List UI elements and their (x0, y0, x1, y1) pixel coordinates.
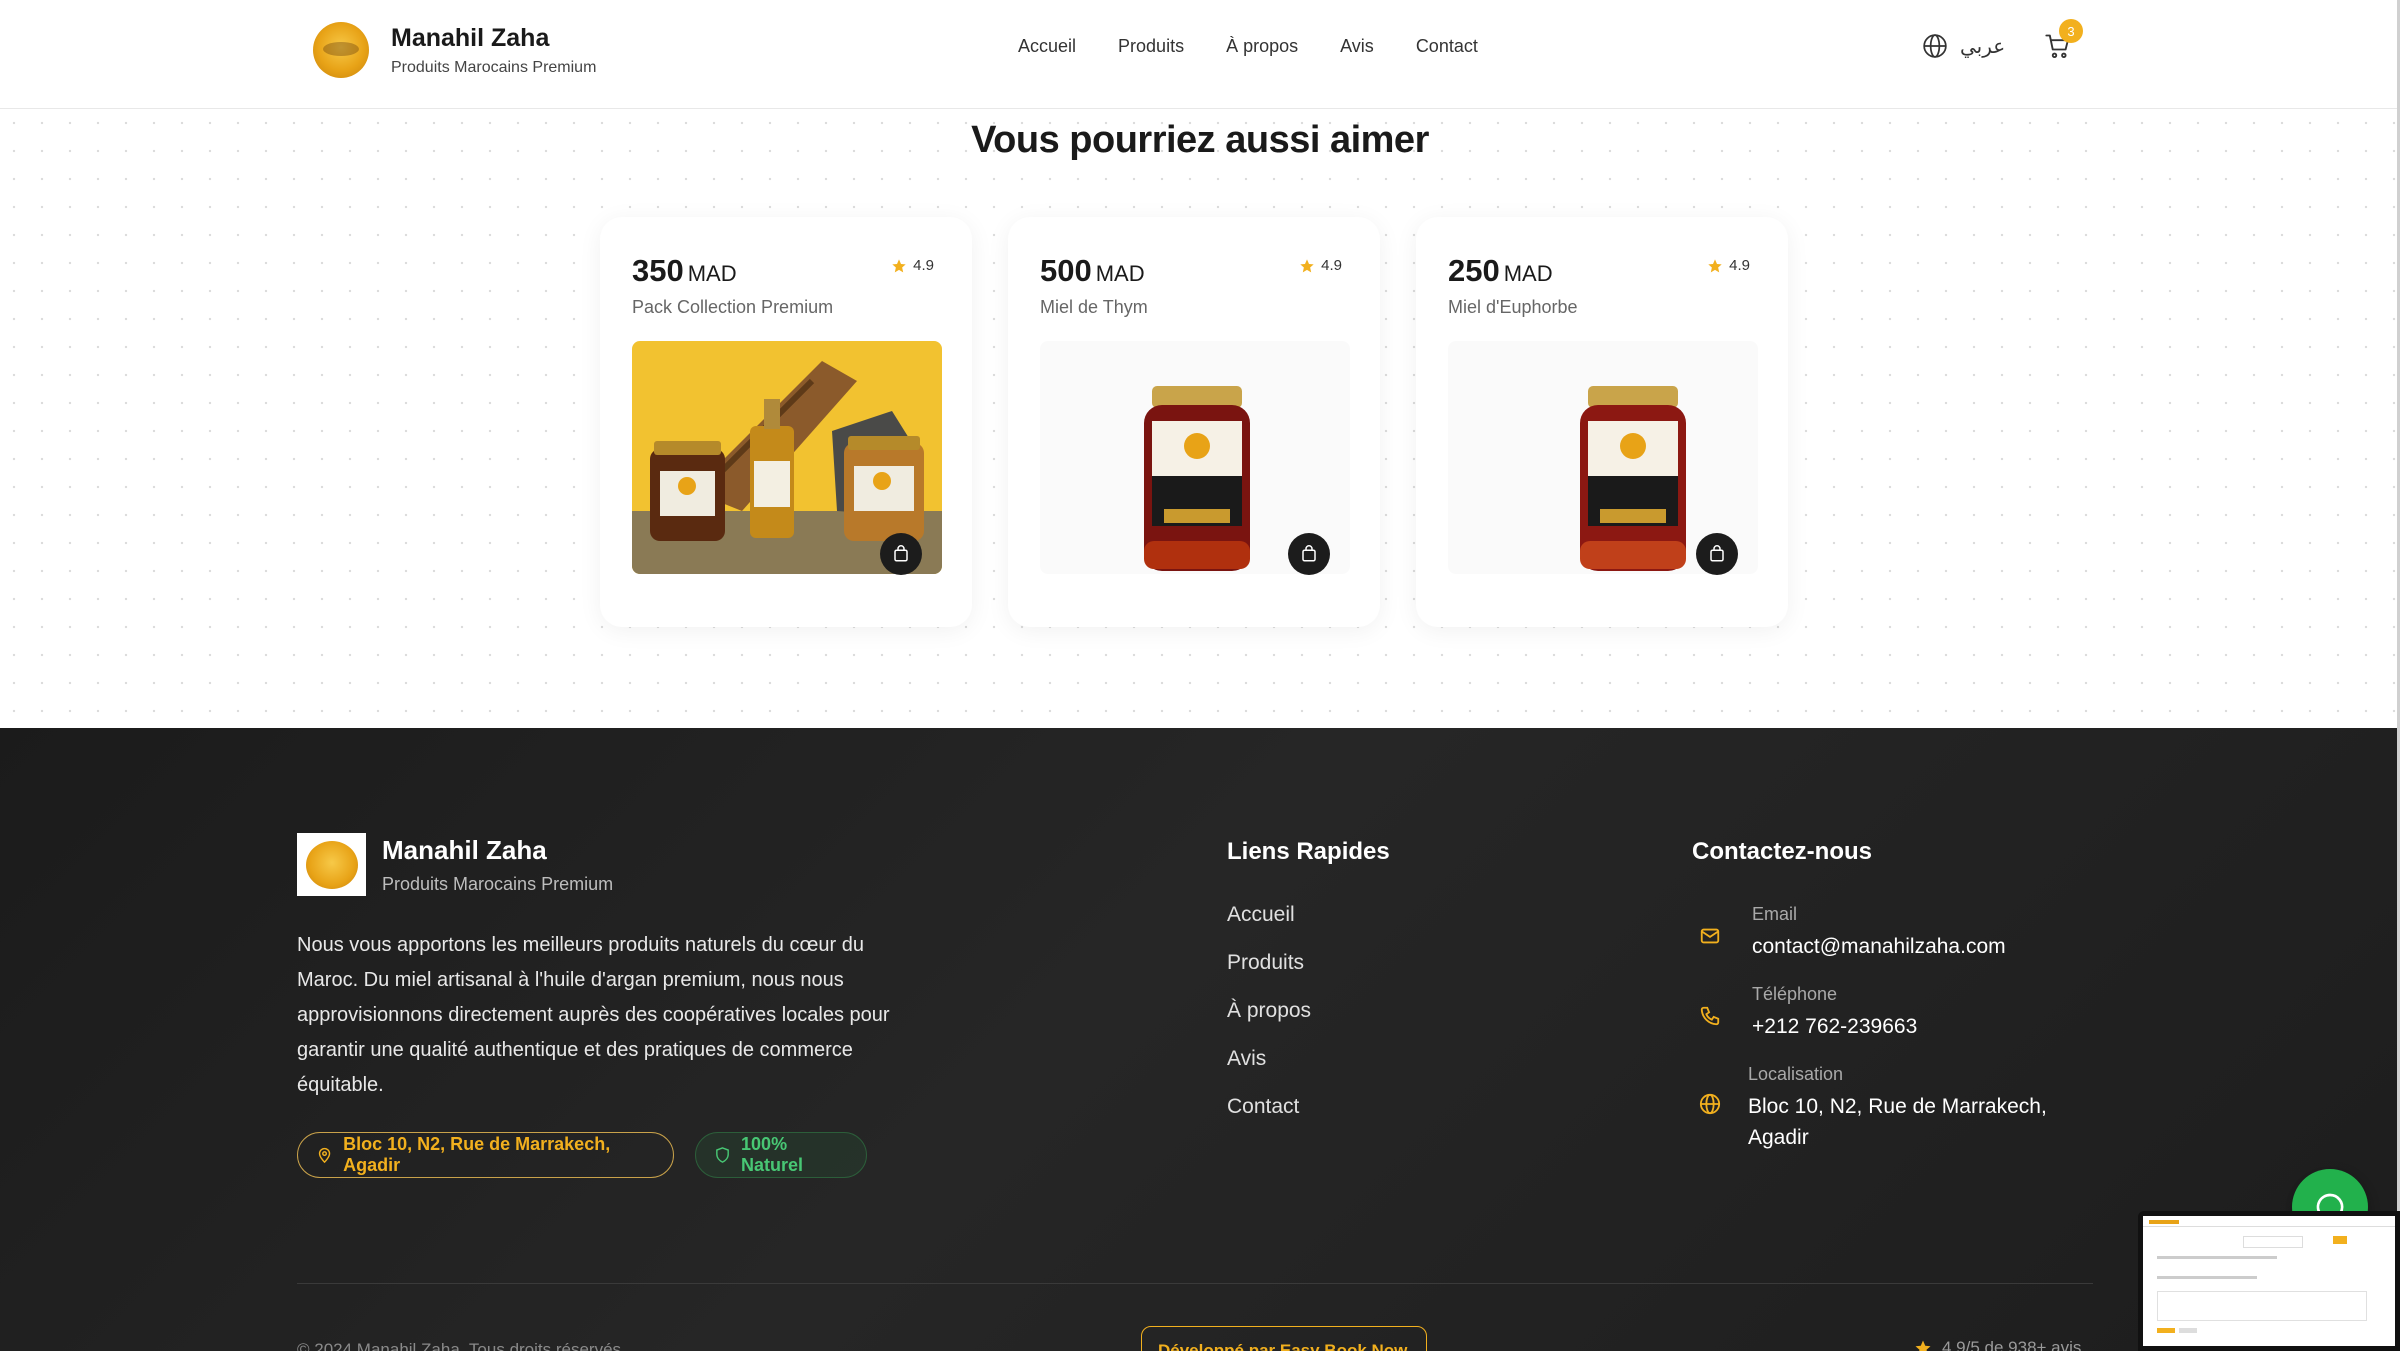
location-value: Bloc 10, N2, Rue de Marrakech, Agadir (1748, 1095, 2047, 1149)
cart-count-badge: 3 (2059, 19, 2083, 43)
star-icon (1915, 1340, 1931, 1351)
add-to-cart-button[interactable] (1288, 533, 1330, 575)
star-icon (1708, 258, 1722, 272)
contact-email[interactable]: Email contact@manahilzaha.com (1692, 904, 2006, 962)
quick-links: Accueil Produits À propos Avis Contact (1227, 903, 1311, 1143)
product-price: 250 MAD (1448, 253, 1553, 288)
shopping-bag-icon (894, 545, 908, 562)
location-label: Localisation (1748, 1064, 1844, 1084)
quick-links-title: Liens Rapides (1227, 838, 1390, 865)
footer-brand-name: Manahil Zaha (382, 834, 547, 865)
nav-accueil[interactable]: Accueil (1018, 36, 1076, 57)
footer-link-produits[interactable]: Produits (1227, 951, 1311, 999)
cart-button[interactable]: 3 (2044, 19, 2083, 65)
footer-divider (297, 1283, 2093, 1284)
brand-link[interactable]: Manahil Zaha Produits Marocains Premium (313, 22, 596, 78)
product-card[interactable]: 500 MAD 4.9 Miel de Thym (1008, 217, 1380, 627)
footer-link-a-propos[interactable]: À propos (1227, 999, 1311, 1047)
star-icon (892, 258, 906, 272)
location-chip: Bloc 10, N2, Rue de Marrakech, Agadir (297, 1132, 674, 1178)
product-price: 350 MAD (632, 253, 737, 288)
site-header: Manahil Zaha Produits Marocains Premium … (0, 0, 2400, 109)
nav-a-propos[interactable]: À propos (1226, 36, 1298, 57)
nav-avis[interactable]: Avis (1340, 36, 1374, 57)
footer-about-text: Nous vous apportons les meilleurs produi… (297, 934, 890, 1096)
footer-brand-tagline: Produits Marocains Premium (382, 873, 614, 894)
nav-contact[interactable]: Contact (1416, 36, 1478, 57)
email-value[interactable]: contact@manahilzaha.com (1752, 931, 2006, 962)
footer-link-contact[interactable]: Contact (1227, 1095, 1311, 1143)
screen-preview-thumbnail[interactable] (2138, 1211, 2400, 1351)
footer-link-avis[interactable]: Avis (1227, 1047, 1311, 1095)
language-switcher[interactable]: عربي (1922, 33, 2005, 59)
site-footer: Manahil Zaha Produits Marocains Premium … (0, 728, 2400, 1351)
contact-location: Localisation Bloc 10, N2, Rue de Marrake… (1692, 1064, 2088, 1153)
product-rating: 4.9 (1299, 257, 1342, 274)
footer-link-accueil[interactable]: Accueil (1227, 903, 1311, 951)
natural-chip: 100% Naturel (695, 1132, 867, 1178)
email-label: Email (1752, 904, 1798, 924)
add-to-cart-button[interactable] (1696, 533, 1738, 575)
section-title: Vous pourriez aussi aimer (971, 119, 1429, 161)
add-to-cart-button[interactable] (880, 533, 922, 575)
product-name: Miel d'Euphorbe (1448, 297, 1578, 317)
product-rating: 4.9 (1707, 257, 1750, 274)
phone-icon (1692, 998, 1728, 1034)
product-name: Miel de Thym (1040, 297, 1148, 317)
developer-badge[interactable]: Développé par Easy Book Now (1141, 1326, 1427, 1351)
product-card[interactable]: 350 MAD 4.9 Pack Collection Premium (600, 217, 972, 627)
brand-tagline: Produits Marocains Premium (391, 58, 597, 76)
brand-logo (313, 22, 369, 78)
footer-rating: 4.9/5 de 938+ avis (1914, 1338, 2081, 1351)
contact-phone[interactable]: Téléphone +212 762-239663 (1692, 984, 1917, 1042)
shield-icon (716, 1147, 729, 1163)
main-nav: Accueil Produits À propos Avis Contact (1018, 36, 1478, 57)
star-icon (1300, 258, 1314, 272)
globe-icon (1692, 1086, 1728, 1122)
shopping-bag-icon (1302, 545, 1316, 562)
product-rating: 4.9 (891, 257, 934, 274)
mail-icon (1692, 918, 1728, 954)
nav-produits[interactable]: Produits (1118, 36, 1184, 57)
product-price: 500 MAD (1040, 253, 1145, 288)
product-name: Pack Collection Premium (632, 297, 834, 317)
globe-icon (1923, 34, 1947, 58)
footer-logo (297, 833, 366, 896)
contact-title: Contactez-nous (1692, 838, 1872, 865)
phone-label: Téléphone (1752, 984, 1838, 1004)
phone-value[interactable]: +212 762-239663 (1752, 1011, 1917, 1042)
map-pin-icon (318, 1147, 331, 1164)
shopping-bag-icon (1710, 545, 1724, 562)
product-card[interactable]: 250 MAD 4.9 Miel d'Euphorbe (1416, 217, 1788, 627)
copyright-text: © 2024 Manahil Zaha. Tous droits réservé… (297, 1340, 626, 1351)
recommendations-section: Vous pourriez aussi aimer 350 MAD 4.9 Pac… (0, 109, 2400, 728)
brand-name: Manahil Zaha (391, 23, 550, 52)
footer-brand[interactable]: Manahil Zaha Produits Marocains Premium (297, 833, 613, 896)
language-label: عربي (1960, 35, 2006, 58)
